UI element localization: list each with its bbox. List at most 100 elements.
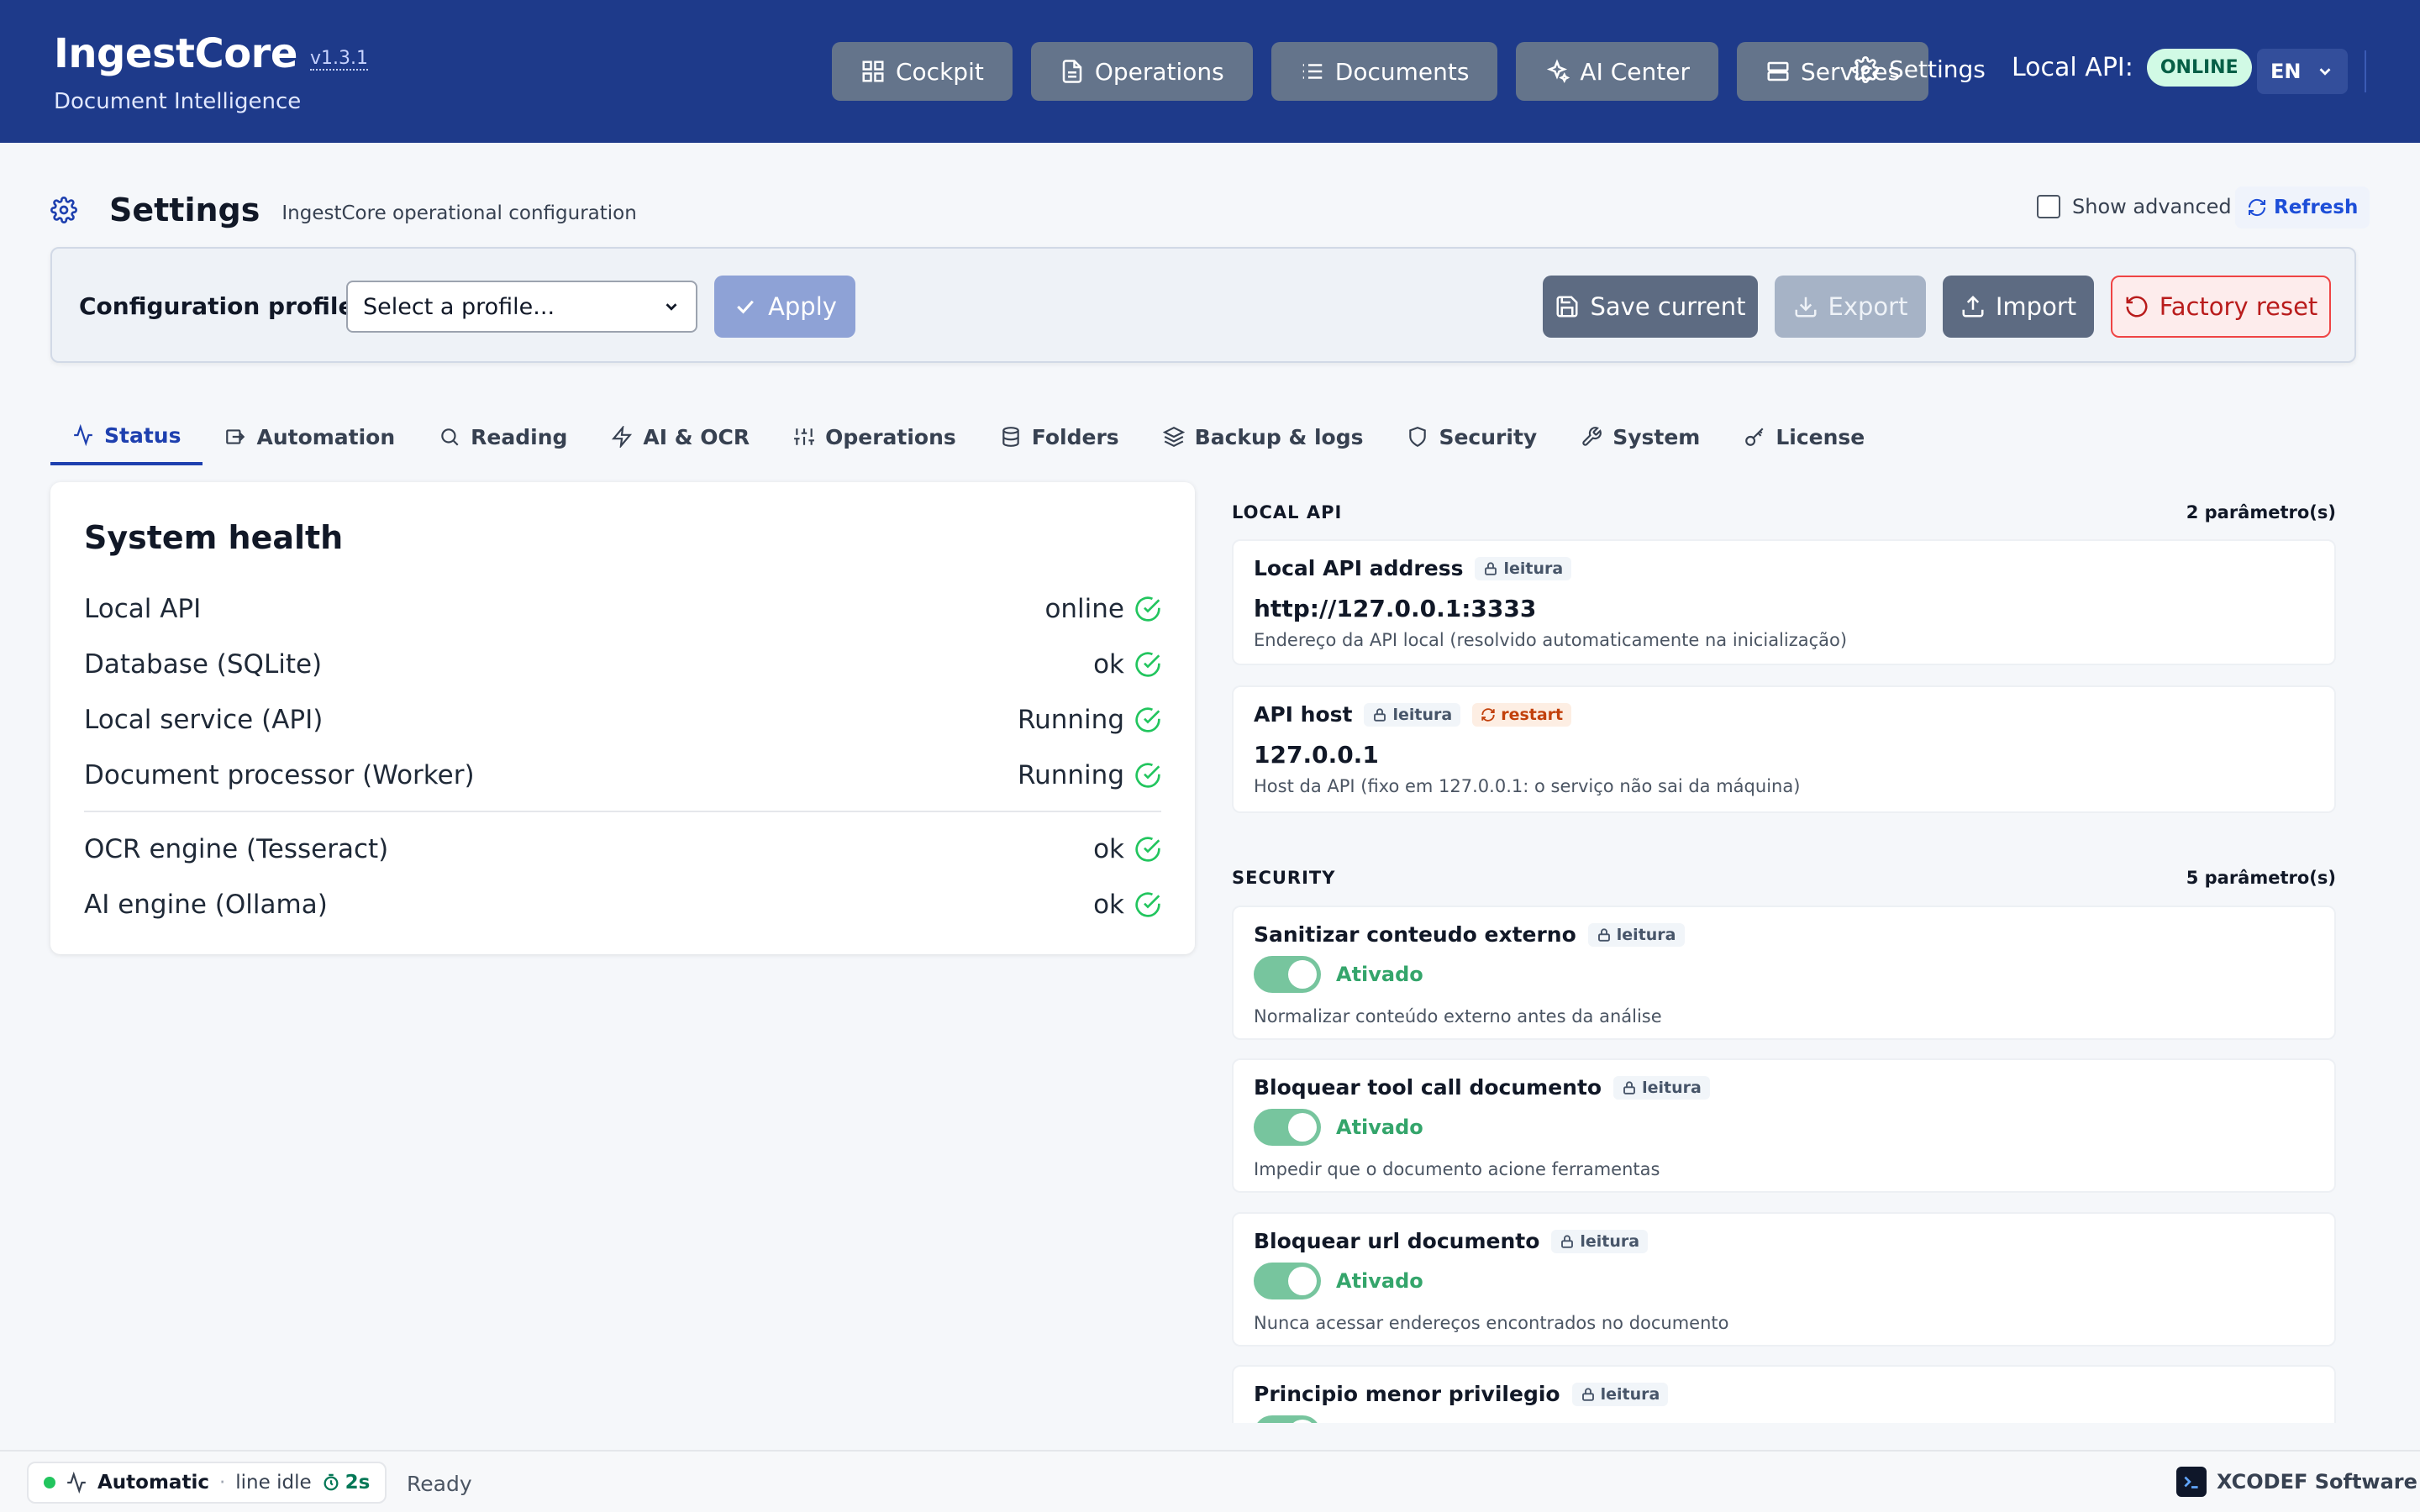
export-button[interactable]: Export <box>1775 276 1926 338</box>
tab-label: License <box>1776 424 1865 449</box>
section-count: 2 parâmetro(s) <box>2186 502 2336 522</box>
tab-reading[interactable]: Reading <box>417 408 589 465</box>
wrench-icon <box>1581 426 1602 448</box>
tag-label: leitura <box>1503 559 1564 578</box>
status-separator: · <box>218 1472 226 1494</box>
profile-label: Configuration profiles: <box>79 292 378 320</box>
lock-icon <box>1622 1080 1637 1095</box>
param-value: 127.0.0.1 <box>1254 741 1379 769</box>
health-row: Document processor (Worker) Running <box>84 754 1161 796</box>
health-row: AI engine (Ollama) ok <box>84 884 1161 926</box>
toggle-row <box>1254 1415 1321 1423</box>
tab-ai-ocr[interactable]: AI & OCR <box>589 408 771 465</box>
refresh-button[interactable]: Refresh <box>2235 186 2370 228</box>
health-row-value: online <box>1044 594 1124 624</box>
tab-operations[interactable]: Operations <box>771 408 978 465</box>
save-icon <box>1555 294 1580 319</box>
show-advanced-toggle[interactable]: Show advanced <box>2037 195 2232 218</box>
param-desc: Endereço da API local (resolvido automat… <box>1254 630 1848 650</box>
lock-icon <box>1560 1234 1575 1249</box>
save-current-button[interactable]: Save current <box>1543 276 1758 338</box>
param-card: API host leitura restart 127.0.0.1 Host … <box>1232 685 2336 813</box>
search-icon <box>439 426 460 448</box>
param-title-text: API host <box>1254 702 1353 727</box>
health-row-value: ok <box>1093 834 1124 864</box>
tab-label: Backup & logs <box>1194 424 1364 449</box>
param-card: Principio menor privilegio leitura <box>1232 1365 2336 1423</box>
health-row-label: Local API <box>84 594 202 624</box>
download-icon <box>1793 294 1818 319</box>
tab-label: Automation <box>256 424 396 449</box>
security-section-header: SECURITY 5 parâmetro(s) <box>1232 868 2336 888</box>
read-only-tag: leitura <box>1364 702 1461 727</box>
tag-label: restart <box>1501 705 1564 724</box>
restart-tag: restart <box>1472 702 1572 727</box>
activity-icon <box>66 1472 87 1494</box>
enabled-toggle[interactable] <box>1254 1109 1321 1146</box>
health-row-label: Document processor (Worker) <box>84 760 475 790</box>
tab-license[interactable]: License <box>1722 408 1886 465</box>
profile-select[interactable]: Select a profile... <box>346 281 697 333</box>
toggle-state: Ativado <box>1336 1116 1423 1139</box>
tab-folders[interactable]: Folders <box>978 408 1141 465</box>
toggle-row: Ativado <box>1254 1263 1423 1299</box>
vendor-name: XCODEF Software <box>2217 1470 2417 1494</box>
import-label: Import <box>1995 292 2077 321</box>
chevron-down-icon <box>662 297 681 316</box>
page-subtitle: IngestCore operational configuration <box>281 202 637 224</box>
param-title-text: Bloquear tool call documento <box>1254 1075 1602 1100</box>
enabled-toggle[interactable] <box>1254 956 1321 993</box>
health-row-label: Database (SQLite) <box>84 649 323 680</box>
param-title-text: Bloquear url documento <box>1254 1229 1540 1253</box>
tab-backup-logs[interactable]: Backup & logs <box>1141 408 1386 465</box>
tab-automation[interactable]: Automation <box>203 408 417 465</box>
tag-label: leitura <box>1580 1231 1640 1251</box>
param-title-text: Principio menor privilegio <box>1254 1382 1560 1406</box>
tab-label: Status <box>104 423 182 448</box>
import-button[interactable]: Import <box>1943 276 2094 338</box>
lock-icon <box>1483 561 1498 576</box>
section-count: 5 parâmetro(s) <box>2186 868 2336 888</box>
show-advanced-checkbox[interactable] <box>2037 195 2060 218</box>
line-state: line idle <box>235 1472 312 1494</box>
profile-select-value: Select a profile... <box>363 293 555 320</box>
param-title-text: Local API address <box>1254 556 1464 580</box>
apply-label: Apply <box>768 292 837 321</box>
health-row: Local API online <box>84 588 1161 630</box>
lock-icon <box>1597 927 1612 942</box>
check-circle-icon <box>1134 836 1161 863</box>
tag-label: leitura <box>1600 1384 1660 1404</box>
param-title: Principio menor privilegio leitura <box>1254 1382 1669 1406</box>
status-bar: Automatic · line idle 2s Ready XCODEF So… <box>0 1450 2420 1512</box>
param-card: Bloquear url documento leitura Ativado N… <box>1232 1212 2336 1347</box>
vendor-brand: XCODEF Software <box>2176 1467 2417 1497</box>
activity-icon <box>72 424 94 446</box>
check-circle-icon <box>1134 762 1161 789</box>
apply-button[interactable]: Apply <box>714 276 855 338</box>
automation-status-pill[interactable]: Automatic · line idle 2s <box>27 1462 387 1504</box>
read-only-tag: leitura <box>1587 922 1685 947</box>
tab-label: Folders <box>1031 424 1119 449</box>
check-icon <box>733 294 758 319</box>
status-dot <box>44 1477 55 1488</box>
layers-icon <box>1162 426 1185 448</box>
tab-label: System <box>1612 424 1701 449</box>
check-circle-icon <box>1134 706 1161 733</box>
health-row-label: OCR engine (Tesseract) <box>84 834 389 864</box>
enabled-toggle[interactable] <box>1254 1263 1321 1299</box>
tab-security[interactable]: Security <box>1385 408 1559 465</box>
tab-status[interactable]: Status <box>50 408 203 465</box>
enabled-toggle[interactable] <box>1254 1415 1321 1423</box>
read-only-tag: leitura <box>1613 1075 1710 1100</box>
health-row: Local service (API) Running <box>84 699 1161 741</box>
check-circle-icon <box>1134 891 1161 918</box>
tab-system[interactable]: System <box>1559 408 1722 465</box>
tag-label: leitura <box>1616 925 1676 944</box>
local-api-section-header: LOCAL API 2 parâmetro(s) <box>1232 502 2336 522</box>
health-row-value: ok <box>1093 649 1124 680</box>
param-title: Local API address leitura <box>1254 556 1572 580</box>
param-title: API host leitura restart <box>1254 702 1572 727</box>
factory-reset-button[interactable]: Factory reset <box>2111 276 2331 338</box>
param-card: Local API address leitura http://127.0.0… <box>1232 539 2336 665</box>
health-row-label: Local service (API) <box>84 705 324 735</box>
